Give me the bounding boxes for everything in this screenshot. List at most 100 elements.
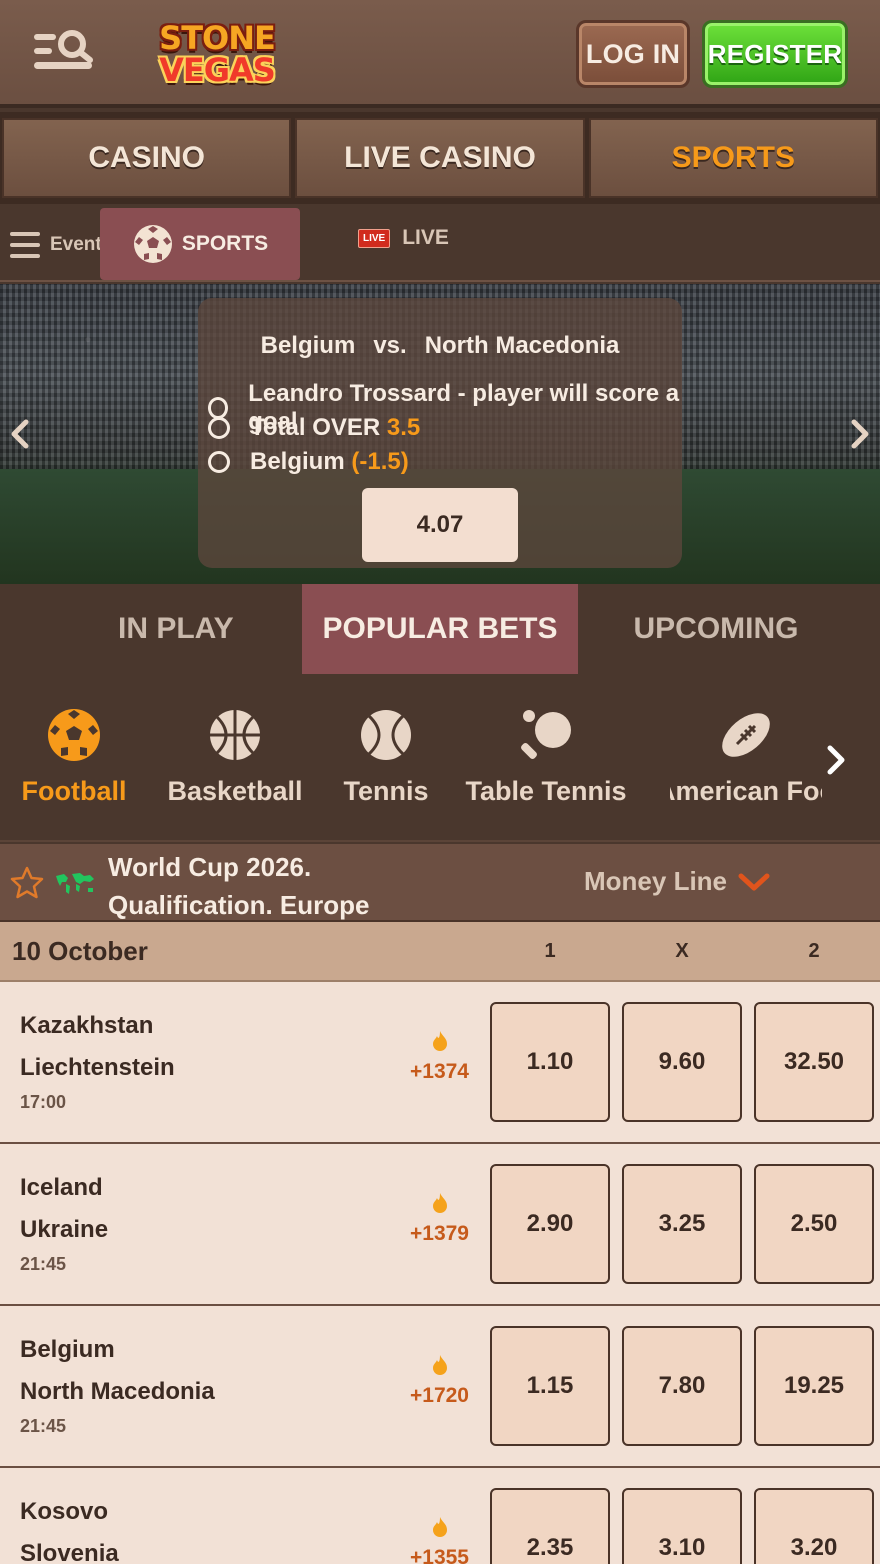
- flame-icon: [433, 1193, 447, 1213]
- odds-button-1[interactable]: 2.90: [490, 1164, 610, 1284]
- odds-button-2[interactable]: 32.50: [754, 1002, 874, 1122]
- bet-selection-2[interactable]: Total OVER 3.5: [208, 414, 420, 442]
- flame-icon: [433, 1355, 447, 1375]
- home-team: Iceland: [20, 1174, 103, 1201]
- table-tennis-icon: [521, 710, 571, 759]
- sport-label: American Foo: [670, 776, 822, 806]
- league-header: World Cup 2026. Qualification. Europe Mo…: [0, 844, 880, 922]
- league-name-line-2: Qualification. Europe: [108, 890, 370, 920]
- match-row[interactable]: Iceland Ukraine 21:45 +1379 2.90 3.25 2.…: [0, 1144, 880, 1306]
- banner-next-icon[interactable]: [846, 414, 876, 454]
- match-time: 17:00: [20, 1092, 67, 1112]
- sports-scroll-next-icon[interactable]: [822, 742, 850, 778]
- american-football-icon: [722, 713, 770, 757]
- flame-icon: [433, 1517, 447, 1537]
- match-row[interactable]: Kosovo Slovenia +1355 2.35 3.10 3.20: [0, 1468, 880, 1564]
- football-icon: [48, 709, 100, 761]
- odds-button-1[interactable]: 2.35: [490, 1488, 610, 1564]
- odds-button-x[interactable]: 7.80: [622, 1326, 742, 1446]
- match-row[interactable]: Kazakhstan Liechtenstein 17:00 +1374 1.1…: [0, 982, 880, 1144]
- sports-subtab[interactable]: SPORTS: [100, 208, 300, 280]
- radio-icon: [208, 451, 230, 473]
- radio-icon: [208, 417, 230, 439]
- bet-category-tabs: IN PLAY POPULAR BETS UPCOMING: [0, 584, 880, 674]
- tab-popular-bets[interactable]: POPULAR BETS: [302, 584, 578, 674]
- away-team: Ukraine: [20, 1216, 109, 1243]
- odds-button-1[interactable]: 1.15: [490, 1326, 610, 1446]
- sport-label: Table Tennis: [465, 776, 627, 806]
- sport-football[interactable]: Football: [22, 708, 127, 807]
- bet-selection-3[interactable]: Belgium (-1.5): [208, 448, 409, 476]
- column-header-2: 2: [808, 940, 820, 962]
- sports-subtab-label: SPORTS: [181, 232, 269, 255]
- featured-match-title: Belgium vs. North Macedonia: [198, 332, 682, 360]
- bet-selection-text: Belgium: [250, 448, 345, 475]
- sport-basketball[interactable]: Basketball: [167, 708, 303, 807]
- odds-button-2[interactable]: 2.50: [754, 1164, 874, 1284]
- away-team: Liechtenstein: [20, 1054, 175, 1081]
- main-nav-tabs: CASINO LIVE CASINO SPORTS: [0, 112, 880, 204]
- register-button[interactable]: REGISTER: [702, 20, 848, 88]
- featured-away-team: North Macedonia: [424, 332, 620, 359]
- chevron-down-icon: [738, 873, 770, 890]
- match-time: 21:45: [20, 1416, 67, 1436]
- odds-button-2[interactable]: 3.20: [754, 1488, 874, 1564]
- league-name-line-1: World Cup 2026.: [108, 852, 312, 882]
- sport-label: Football: [21, 776, 127, 806]
- tab-in-play[interactable]: IN PLAY: [28, 584, 302, 674]
- sport-label: Tennis: [343, 776, 429, 806]
- home-team: Kazakhstan: [20, 1012, 154, 1039]
- odds-button-x[interactable]: 3.10: [622, 1488, 742, 1564]
- flame-icon: [433, 1031, 447, 1051]
- featured-home-team: Belgium: [260, 332, 356, 359]
- login-button[interactable]: LOG IN: [576, 20, 690, 88]
- tab-live-casino[interactable]: LIVE CASINO: [295, 118, 585, 198]
- featured-odds-button[interactable]: 4.07: [362, 488, 518, 562]
- odds-button-x[interactable]: 3.25: [622, 1164, 742, 1284]
- basketball-icon: [210, 710, 260, 760]
- away-team: Slovenia: [20, 1540, 119, 1564]
- search-menu-icon[interactable]: [32, 28, 96, 78]
- logo-top-text: STONE: [159, 19, 276, 57]
- soccer-ball-icon: [133, 225, 172, 263]
- home-team: Kosovo: [20, 1498, 109, 1525]
- tennis-ball-icon: [361, 710, 411, 760]
- tab-casino[interactable]: CASINO: [2, 118, 292, 198]
- market-selector[interactable]: Money Line: [584, 866, 771, 897]
- more-markets-count[interactable]: +1355: [410, 1546, 469, 1564]
- tab-sports[interactable]: SPORTS: [588, 118, 878, 198]
- date-label: 10 October: [12, 936, 148, 966]
- sport-table-tennis[interactable]: Table Tennis: [465, 708, 627, 807]
- sport-american-football[interactable]: American Foo: [670, 708, 822, 807]
- logo-bottom-text: VEGAS: [159, 51, 276, 89]
- odds-button-2[interactable]: 19.25: [754, 1326, 874, 1446]
- bet-selection-text: Total OVER: [250, 414, 381, 441]
- column-header-1: 1: [544, 940, 556, 962]
- home-team: Belgium: [20, 1336, 115, 1363]
- odds-button-1[interactable]: 1.10: [490, 1002, 610, 1122]
- banner-prev-icon[interactable]: [4, 414, 34, 454]
- tab-upcoming[interactable]: UPCOMING: [578, 584, 854, 674]
- featured-bet-banner: Belgium vs. North Macedonia Leandro Trossa…: [0, 284, 880, 584]
- sports-filter-row: Football Basketball Tennis Table Tennis: [0, 674, 880, 842]
- match-list: Kazakhstan Liechtenstein 17:00 +1374 1.1…: [0, 982, 880, 1564]
- more-markets-count[interactable]: +1379: [410, 1222, 469, 1246]
- featured-bet-card: Belgium vs. North Macedonia Leandro Trossa…: [198, 298, 682, 568]
- more-markets-count[interactable]: +1720: [410, 1384, 469, 1408]
- vs-label: vs.: [373, 332, 407, 359]
- events-menu-button[interactable]: Events: [10, 228, 112, 262]
- stone-vegas-logo[interactable]: STONE VEGAS: [136, 14, 298, 94]
- league-name: World Cup 2026. Qualification. Europe: [108, 848, 369, 924]
- header: STONE VEGAS LOG IN REGISTER: [0, 0, 880, 108]
- away-team: North Macedonia: [20, 1378, 215, 1405]
- more-markets-count[interactable]: +1374: [410, 1060, 469, 1084]
- hamburger-icon: [10, 232, 40, 258]
- live-subtab[interactable]: LIVE LIVE: [358, 226, 449, 250]
- odds-button-x[interactable]: 9.60: [622, 1002, 742, 1122]
- sport-tennis[interactable]: Tennis: [344, 708, 429, 807]
- bet-selection-line: 3.5: [386, 414, 421, 441]
- column-header-x: X: [675, 940, 689, 962]
- favorite-star-icon[interactable]: [10, 866, 44, 900]
- live-badge: LIVE: [358, 228, 391, 248]
- match-row[interactable]: Belgium North Macedonia 21:45 +1720 1.15…: [0, 1306, 880, 1468]
